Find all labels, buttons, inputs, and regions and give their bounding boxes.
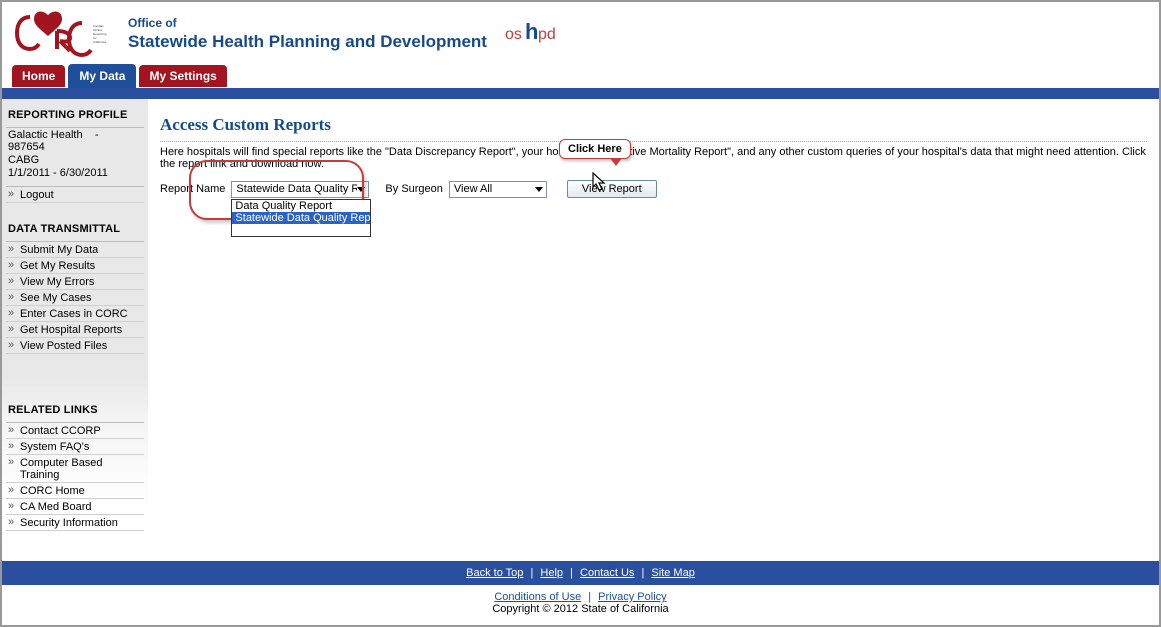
- reporting-profile: REPORTING PROFILE Galactic Health - 9876…: [6, 109, 144, 203]
- sidebar-item-cbt: Computer Based Training: [6, 455, 144, 483]
- sidebar-item-hospital-reports: Get Hospital Reports: [6, 322, 144, 338]
- sidebar-item-errors: View My Errors: [6, 274, 144, 290]
- intro-text: Here hospitals will find special reports…: [160, 146, 1147, 170]
- by-surgeon-select[interactable]: View All: [449, 181, 547, 198]
- sidebar-item-faq: System FAQ's: [6, 439, 144, 455]
- report-name-label: Report Name: [160, 183, 225, 195]
- footer-back-to-top[interactable]: Back to Top: [466, 567, 523, 579]
- page-title: Access Custom Reports: [160, 115, 1147, 142]
- footer-bar: Back to Top | Help | Contact Us | Site M…: [2, 561, 1159, 585]
- main-content: Access Custom Reports Here hospitals wil…: [148, 99, 1159, 559]
- header-office: Office of: [128, 16, 487, 30]
- tab-home[interactable]: Home: [12, 65, 65, 87]
- reporting-period: 1/1/2011 - 6/30/2011: [8, 167, 142, 179]
- app-header: Cardiac Online Reporting for California …: [2, 2, 1159, 62]
- header-title-block: Office of Statewide Health Planning and …: [128, 16, 487, 52]
- footer-sitemap[interactable]: Site Map: [651, 567, 694, 579]
- report-option-blank[interactable]: [232, 224, 370, 236]
- conditions-of-use[interactable]: Conditions of Use: [494, 591, 581, 603]
- sidebar-item-cases: See My Cases: [6, 290, 144, 306]
- svg-text:pd: pd: [538, 26, 556, 43]
- related-links-title: RELATED LINKS: [8, 404, 144, 416]
- corc-logo: Cardiac Online Reporting for California: [12, 9, 122, 59]
- main-tabs: Home My Data My Settings: [2, 64, 1159, 88]
- corc-logo-icon: Cardiac Online Reporting for California: [12, 9, 112, 59]
- sidebar-item-submit: Submit My Data: [6, 242, 144, 258]
- report-option-dq[interactable]: Data Quality Report: [232, 200, 370, 212]
- data-transmittal-title: DATA TRANSMITTAL: [8, 223, 144, 235]
- reporting-profile-title: REPORTING PROFILE: [8, 109, 144, 121]
- view-report-button[interactable]: View Report: [567, 180, 657, 198]
- sidebar-item-posted-files: View Posted Files: [6, 338, 144, 354]
- filter-row: Report Name Statewide Data Quality Repor…: [160, 180, 1147, 198]
- sidebar-item-contact: Contact CCORP: [6, 423, 144, 439]
- oshpd-logo: os h pd: [505, 19, 575, 49]
- sidebar-item-corc-home: CORC Home: [6, 483, 144, 499]
- svg-text:h: h: [525, 19, 538, 44]
- hospital-name: Galactic Health: [8, 129, 83, 141]
- related-links: RELATED LINKS Contact CCORP System FAQ's…: [6, 404, 144, 531]
- svg-text:os: os: [505, 26, 522, 43]
- program: CABG: [8, 154, 142, 166]
- footer-contact[interactable]: Contact Us: [580, 567, 634, 579]
- by-surgeon-label: By Surgeon: [385, 183, 442, 195]
- svg-text:California: California: [93, 40, 106, 44]
- click-here-callout: Click Here: [559, 139, 631, 159]
- tab-my-data[interactable]: My Data: [68, 64, 136, 88]
- footer-legal: Conditions of Use | Privacy Policy Copyr…: [2, 585, 1159, 625]
- sidebar-item-med-board: CA Med Board: [6, 499, 144, 515]
- report-name-select[interactable]: Statewide Data Quality Report Data Quali…: [231, 181, 369, 198]
- tab-my-settings[interactable]: My Settings: [139, 65, 226, 87]
- data-transmittal: DATA TRANSMITTAL Submit My Data Get My R…: [6, 223, 144, 354]
- sidebar-item-results: Get My Results: [6, 258, 144, 274]
- report-dropdown: Data Quality Report Statewide Data Quali…: [231, 199, 371, 237]
- chevron-down-icon: [357, 187, 365, 192]
- logout-link: Logout: [6, 187, 144, 203]
- privacy-policy[interactable]: Privacy Policy: [598, 591, 666, 603]
- nav-bar: [2, 88, 1159, 99]
- report-option-statewide[interactable]: Statewide Data Quality Report: [232, 212, 370, 224]
- facility-id: 987654: [8, 141, 45, 153]
- header-title: Statewide Health Planning and Developmen…: [128, 32, 487, 52]
- sidebar-item-enter-corc: Enter Cases in CORC: [6, 306, 144, 322]
- footer-help[interactable]: Help: [540, 567, 563, 579]
- sidebar: REPORTING PROFILE Galactic Health - 9876…: [2, 99, 148, 559]
- chevron-down-icon: [535, 187, 543, 192]
- sidebar-item-security: Security Information: [6, 515, 144, 531]
